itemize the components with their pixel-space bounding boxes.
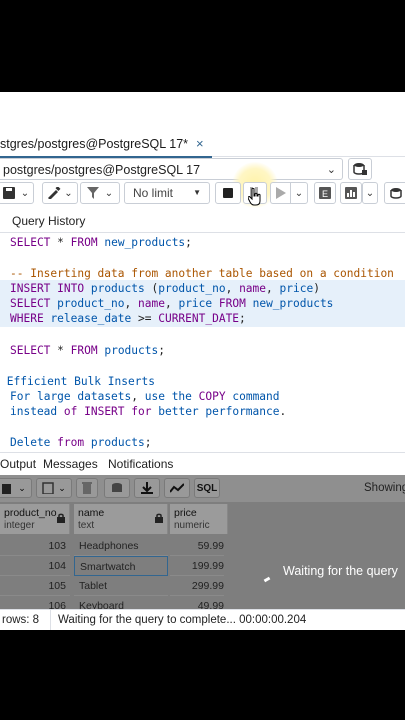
editor-line: Efficient Bulk Inserts	[0, 374, 155, 389]
tab-messages[interactable]: Messages	[43, 453, 98, 475]
table-row[interactable]: 104 Smartwatch 199.99	[0, 556, 228, 576]
query-history-tab[interactable]: Query History	[12, 214, 85, 228]
lock-icon	[155, 513, 163, 523]
table-row[interactable]: 105 Tablet 299.99	[0, 576, 228, 596]
results-tabs: Output Messages Notifications	[0, 452, 405, 477]
editor-line: Delete from products;	[10, 436, 152, 449]
editor-line-comment: -- Inserting data from another table bas…	[10, 267, 394, 280]
status-bar: rows: 8 Waiting for the query to complet…	[0, 609, 405, 630]
chevron-down-icon: ⌄	[365, 187, 375, 199]
showing-label: Showing	[364, 482, 405, 494]
column-header-product-no[interactable]: product_no integer	[0, 504, 70, 534]
chevron-down-icon: ⌄	[104, 187, 114, 199]
editor-line: WHERE release_date >= CURRENT_DATE;	[10, 312, 246, 325]
limit-value: No limit	[133, 186, 174, 200]
status-message: Waiting for the query to complete... 00:…	[58, 614, 307, 626]
connection-bar: postgres/postgres@PostgreSQL 17 ⌄	[0, 158, 405, 184]
results-toolbar: ⌄ ⌄ SQL Showing	[0, 475, 405, 502]
copy-button[interactable]: ⌄	[0, 478, 32, 498]
column-type: text	[78, 520, 95, 531]
chevron-down-icon: ⌄	[294, 187, 304, 199]
execute-options-dropdown[interactable]: ⌄	[290, 182, 308, 204]
row-count: rows: 8	[2, 614, 40, 626]
table-row[interactable]: 103 Headphones 59.99	[0, 536, 228, 556]
edit-button[interactable]: ⌄	[42, 182, 78, 204]
editor-line: instead of INSERT for better performance…	[10, 405, 287, 418]
filter-button[interactable]: ⌄	[80, 182, 120, 204]
column-header-price[interactable]: price numeric	[170, 504, 228, 534]
blank-header	[0, 92, 405, 132]
graph-icon[interactable]	[164, 478, 190, 498]
cell-product-no: 105	[0, 576, 70, 596]
editor-line: SELECT * FROM new_products;	[10, 236, 192, 249]
editor-line: INSERT INTO products (product_no, name, …	[10, 282, 320, 295]
close-icon[interactable]: ×	[196, 136, 204, 151]
svg-text:E: E	[322, 189, 328, 199]
divider	[50, 610, 51, 630]
query-toolbar: ⌄ ⌄ ⌄ No limit ▼ ⌄ E ⌄	[0, 182, 405, 212]
loading-message: Waiting for the query	[283, 564, 398, 578]
column-type: integer	[4, 520, 35, 531]
chevron-down-icon: ⌄	[20, 187, 30, 199]
paste-button[interactable]: ⌄	[36, 478, 72, 498]
results-panel: ⌄ ⌄ SQL Showing product_no integer name …	[0, 475, 405, 616]
editor-line: SELECT * FROM products;	[10, 344, 165, 357]
cell-product-no: 104	[0, 556, 70, 576]
sql-icon[interactable]: SQL	[194, 478, 220, 498]
cell-name: Headphones	[74, 536, 168, 556]
cell-price: 199.99	[170, 556, 224, 576]
tab-query-tool[interactable]: stgres/postgres@PostgreSQL 17* ×	[0, 132, 212, 158]
chevron-down-icon: ⌄	[326, 164, 336, 176]
editor-line: For large datasets, use the COPY command	[10, 390, 280, 403]
chevron-down-icon: ⌄	[18, 482, 26, 493]
explain-button[interactable]	[270, 182, 290, 204]
cell-price: 59.99	[170, 536, 224, 556]
commit-icon[interactable]	[384, 182, 405, 204]
column-type: numeric	[174, 520, 210, 531]
tab-output[interactable]: Output	[0, 453, 41, 477]
column-name: name	[78, 507, 105, 519]
connection-select[interactable]: postgres/postgres@PostgreSQL 17 ⌄	[0, 158, 343, 180]
limit-select[interactable]: No limit ▼	[124, 182, 210, 204]
data-grid[interactable]: product_no integer name text price numer…	[0, 502, 405, 616]
chevron-down-icon: ⌄	[58, 482, 66, 493]
editor-text: Efficient Bulk Inserts	[6, 375, 155, 388]
tab-title: stgres/postgres@PostgreSQL 17*	[0, 137, 189, 151]
cell-name-selected: Smartwatch	[74, 556, 168, 576]
editor-line: SELECT product_no, name, price FROM new_…	[10, 297, 334, 310]
stop-button[interactable]	[215, 182, 241, 204]
column-header-name[interactable]: name text	[74, 504, 168, 534]
cell-name: Tablet	[74, 576, 168, 596]
cell-price: 299.99	[170, 576, 224, 596]
column-name: product_no	[4, 507, 57, 519]
sql-editor[interactable]: SELECT * FROM new_products; -- Inserting…	[0, 233, 405, 451]
caret-down-icon: ▼	[193, 188, 201, 197]
database-stack-icon[interactable]	[348, 158, 372, 180]
explain-options-dropdown[interactable]: ⌄	[362, 182, 378, 204]
tab-notifications[interactable]: Notifications	[108, 453, 173, 475]
pgadmin-window: stgres/postgres@PostgreSQL 17* × postgres…	[0, 92, 405, 630]
delete-icon[interactable]	[76, 478, 98, 498]
column-name: price	[174, 507, 197, 519]
save-button[interactable]: ⌄	[0, 182, 34, 204]
mouse-cursor-icon	[247, 187, 262, 211]
lock-icon	[57, 513, 65, 523]
chevron-down-icon: ⌄	[64, 187, 73, 199]
connection-label: postgres/postgres@PostgreSQL 17	[3, 163, 201, 177]
tab-bar: stgres/postgres@PostgreSQL 17* ×	[0, 132, 405, 158]
spinner-icon	[263, 576, 271, 583]
download-icon[interactable]	[134, 478, 160, 498]
save-data-icon[interactable]	[104, 478, 130, 498]
cell-product-no: 103	[0, 536, 70, 556]
explain-icon-button[interactable]: E	[314, 182, 336, 204]
explain-analyze-icon[interactable]	[340, 182, 362, 204]
